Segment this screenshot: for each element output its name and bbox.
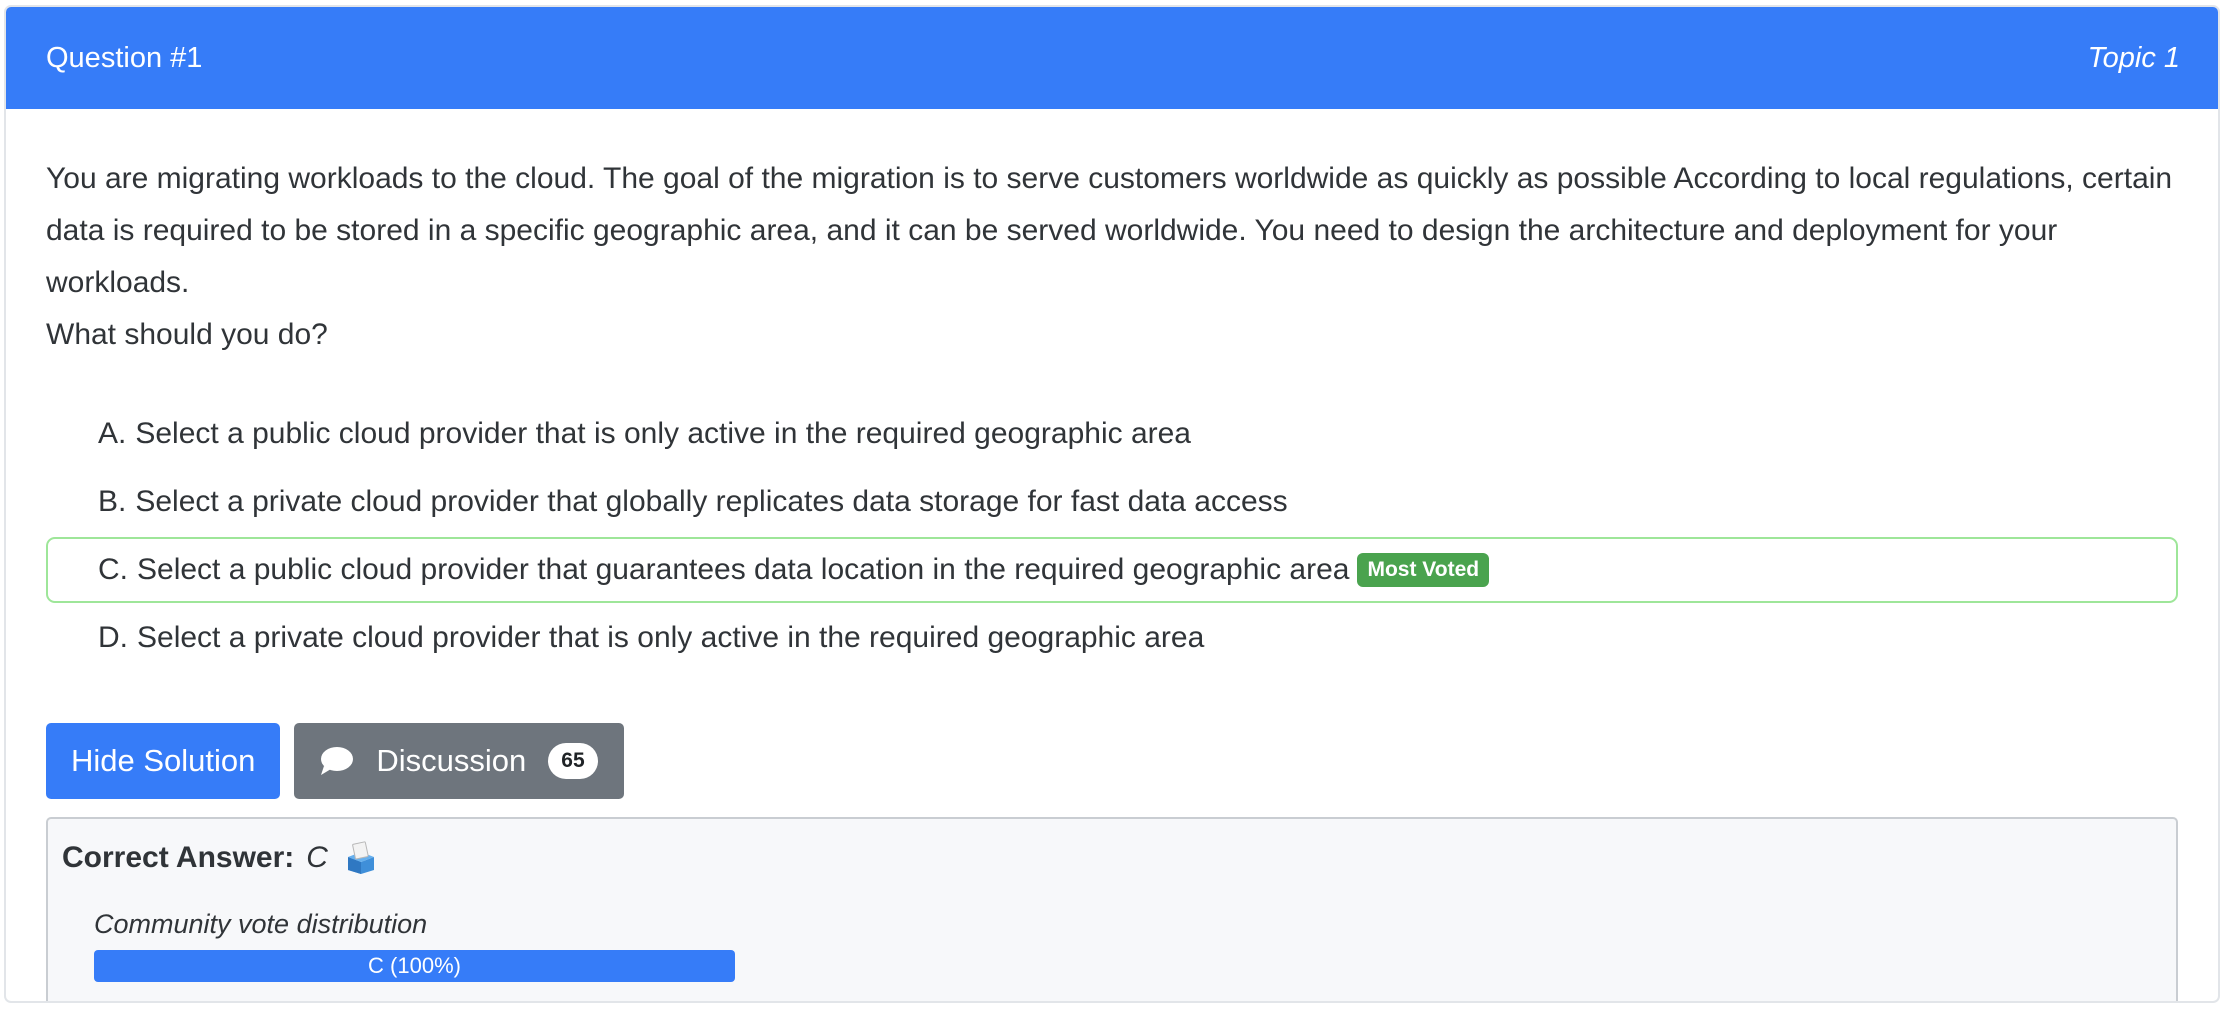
choice-letter: C. — [98, 553, 128, 586]
choice-text: Select a private cloud provider that glo… — [135, 485, 1288, 518]
choice-d[interactable]: D. Select a private cloud provider that … — [46, 605, 2178, 671]
vote-distribution-label: Community vote distribution — [94, 909, 428, 939]
question-text: You are migrating workloads to the cloud… — [46, 153, 2178, 361]
answer-panel: Correct Answer: C Community vote distrib… — [46, 817, 2178, 1001]
most-voted-badge: Most Voted — [1357, 553, 1490, 587]
discussion-count-badge: 65 — [548, 743, 598, 779]
choice-text: Select a public cloud provider that is o… — [135, 417, 1191, 450]
action-bar: Hide Solution Discussion 65 — [46, 723, 2178, 799]
choice-text: Select a public cloud provider that guar… — [137, 553, 1350, 586]
choice-letter: A. — [98, 417, 127, 450]
choice-text: Select a private cloud provider that is … — [137, 621, 1205, 654]
choice-letter: D. — [98, 621, 128, 654]
question-paragraph: You are migrating workloads to the cloud… — [46, 162, 2173, 299]
question-body: You are migrating workloads to the cloud… — [6, 109, 2218, 1001]
correct-answer-value: C — [306, 841, 328, 874]
ballot-box-icon — [347, 841, 374, 874]
correct-answer: Correct Answer: C — [62, 841, 2162, 875]
choice-c[interactable]: C. Select a public cloud provider that g… — [46, 537, 2178, 603]
question-number: Question #1 — [46, 41, 203, 74]
choice-list: A. Select a public cloud provider that i… — [46, 401, 2178, 671]
vote-distribution-bar: C (100%) — [94, 950, 735, 982]
vote-bar-fill: C (100%) — [94, 950, 735, 982]
question-prompt: What should you do? — [46, 318, 328, 351]
choice-letter: B. — [98, 485, 127, 518]
choice-a[interactable]: A. Select a public cloud provider that i… — [46, 401, 2178, 467]
question-header: Question #1 Topic 1 — [6, 7, 2218, 109]
question-card: Question #1 Topic 1 You are migrating wo… — [4, 5, 2220, 1003]
discussion-button[interactable]: Discussion 65 — [294, 723, 624, 799]
topic-label: Topic 1 — [2087, 41, 2180, 74]
hide-solution-button[interactable]: Hide Solution — [46, 723, 281, 799]
discussion-label: Discussion — [376, 743, 527, 778]
choice-b[interactable]: B. Select a private cloud provider that … — [46, 469, 2178, 535]
chat-bubble-icon — [321, 747, 354, 775]
correct-answer-label: Correct Answer: — [62, 841, 295, 874]
